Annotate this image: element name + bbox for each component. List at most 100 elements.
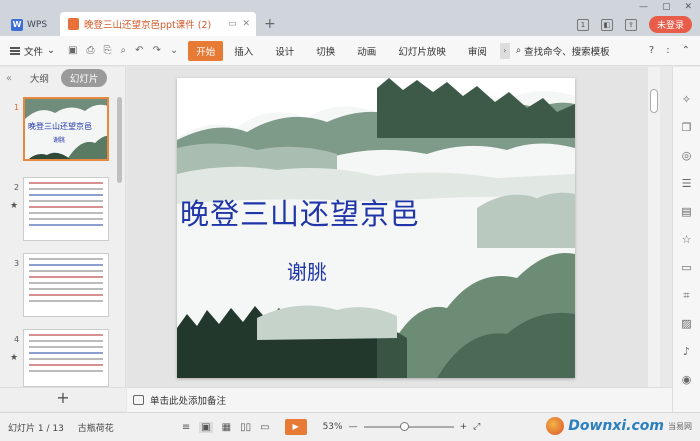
- tab-insert[interactable]: 插入: [223, 44, 264, 58]
- preview-icon[interactable]: ⌕: [120, 45, 126, 56]
- slide-counter: 幻灯片 1 / 13: [8, 423, 64, 434]
- save-icon[interactable]: ▣: [68, 45, 77, 56]
- document-tab[interactable]: 晚登三山还望京邑ppt课件 (2) ▭ ✕: [60, 12, 256, 36]
- zoom-slider-knob[interactable]: [400, 422, 410, 431]
- menu-scroll-right-icon[interactable]: ›: [499, 42, 510, 59]
- zoom-level[interactable]: 53%: [323, 422, 343, 432]
- wps-home-tab[interactable]: W WPS: [5, 14, 55, 36]
- qa-more-icon[interactable]: ⌄: [170, 45, 178, 56]
- menu-right-tools: ? : ⌃: [649, 45, 700, 56]
- quick-access-toolbar: ▣ ⎙ ⎘ ⌕ ↶ ↷ ⌄: [60, 45, 186, 56]
- command-search[interactable]: ⌕ 查找命令、搜索模板: [516, 44, 610, 58]
- tab-close-icon[interactable]: ✕: [242, 19, 250, 29]
- login-button[interactable]: 未登录: [648, 16, 692, 33]
- tab-review[interactable]: 审阅: [457, 44, 498, 58]
- maximize-icon[interactable]: ▢: [662, 2, 671, 12]
- thumbnail-number: 3: [14, 259, 20, 268]
- skin-icon[interactable]: ◧: [600, 18, 613, 31]
- thumbnail-number: 2: [14, 183, 20, 192]
- collapse-panel-icon[interactable]: «: [6, 73, 12, 84]
- slide-thumbnail-2[interactable]: 2 ★: [0, 177, 118, 247]
- slide-thumbnail-3[interactable]: 3: [0, 253, 118, 323]
- copy-format-icon[interactable]: ❐: [680, 121, 693, 134]
- file-menu-button[interactable]: 文件 ⌄: [0, 44, 60, 58]
- tab-slideshow[interactable]: 幻灯片放映: [387, 44, 457, 58]
- thumbnail-image: [23, 329, 109, 387]
- presenter-view-icon[interactable]: ▭: [260, 422, 269, 433]
- share-icon[interactable]: ⇪: [624, 18, 637, 31]
- tab-animation[interactable]: 动画: [346, 44, 387, 58]
- outline-view-icon[interactable]: ≡: [182, 422, 190, 433]
- template-icon[interactable]: ▭: [680, 261, 693, 274]
- settings-sliders-icon[interactable]: ☰: [680, 177, 693, 190]
- minimize-icon[interactable]: —: [639, 2, 648, 12]
- menu-tabs: 插入 设计 切换 动画 幻灯片放映 审阅: [223, 44, 498, 58]
- tab-transition[interactable]: 切换: [305, 44, 346, 58]
- chevron-down-icon: ⌄: [47, 45, 55, 56]
- record-icon[interactable]: ◉: [680, 373, 693, 386]
- print-icon[interactable]: ⎘: [103, 45, 111, 56]
- redo-icon[interactable]: ↷: [152, 45, 160, 56]
- thumbnail-image: [23, 177, 109, 241]
- crop-icon[interactable]: ⌗: [680, 289, 693, 302]
- window-controls: — ▢ ✕: [639, 2, 692, 12]
- export-icon[interactable]: ⎙: [86, 45, 94, 56]
- tab-start[interactable]: 开始: [188, 40, 224, 61]
- thumbnail-number: 4: [14, 335, 20, 344]
- undo-icon[interactable]: ↶: [135, 45, 143, 56]
- menu-bar: 文件 ⌄ ▣ ⎙ ⎘ ⌕ ↶ ↷ ⌄ 开始 插入 设计 切换 动画 幻灯片放映 …: [0, 36, 700, 66]
- canvas-scrollbar-thumb[interactable]: [650, 89, 658, 113]
- zoom-in-icon[interactable]: +: [460, 422, 468, 432]
- slide-panel: « 大纲 幻灯片 1 晚登三山还望京邑 谢朓 2 ★ 3 4 ★: [0, 67, 126, 387]
- tab-design[interactable]: 设计: [264, 44, 305, 58]
- close-window-icon[interactable]: ✕: [684, 2, 692, 12]
- slide-author[interactable]: 谢朓: [287, 256, 327, 285]
- normal-view-icon[interactable]: ▣: [199, 421, 213, 433]
- thumbnail-number: 1: [14, 103, 20, 112]
- slide-canvas: 晚登三山还望京邑 谢朓: [127, 67, 660, 387]
- tab-outline[interactable]: 大纲: [22, 69, 57, 87]
- help-icon[interactable]: ?: [649, 45, 654, 56]
- reading-view-icon[interactable]: ▯▯: [240, 422, 251, 433]
- watermark-sub: 当易网: [668, 421, 692, 431]
- backup-icon[interactable]: ▤: [680, 205, 693, 218]
- watermark-text: Downxi.com: [568, 418, 664, 434]
- thumbnail-title: 晚登三山还望京邑: [28, 122, 92, 131]
- play-slideshow-button[interactable]: ▶: [284, 419, 307, 435]
- star-icon[interactable]: ☆: [680, 233, 693, 246]
- image-icon[interactable]: ▨: [680, 317, 693, 330]
- hamburger-icon: [10, 46, 20, 55]
- add-slide-button[interactable]: +: [0, 387, 126, 411]
- fit-window-icon[interactable]: ⤢: [473, 422, 480, 432]
- sorter-view-icon[interactable]: ▦: [222, 422, 231, 433]
- document-tab-title: 晚登三山还望京邑ppt课件 (2): [84, 20, 212, 31]
- notes-bar[interactable]: 单击此处添加备注: [127, 387, 672, 412]
- tab-slides[interactable]: 幻灯片: [60, 69, 108, 87]
- magic-icon[interactable]: ✧: [680, 93, 693, 106]
- theme-name[interactable]: 古瓶荷花: [78, 421, 114, 434]
- thumbnail-image: [23, 253, 109, 317]
- collapse-ribbon-icon[interactable]: ⌃: [682, 45, 690, 56]
- page-badge-icon[interactable]: 1: [576, 18, 589, 31]
- zoom-control: 53% — + ⤢: [323, 422, 480, 432]
- shapes-icon[interactable]: ◎: [680, 149, 693, 162]
- title-right-tools: 1 ◧ ⇪ 未登录: [576, 16, 692, 33]
- panel-scrollbar[interactable]: [117, 97, 122, 183]
- watermark-logo-icon: [546, 417, 565, 435]
- search-icon: ⌕: [515, 45, 522, 56]
- wps-logo-icon: W: [11, 19, 23, 31]
- file-menu-label: 文件: [24, 46, 44, 58]
- slide-thumbnail-1[interactable]: 1 晚登三山还望京邑 谢朓: [0, 97, 118, 167]
- zoom-out-icon[interactable]: —: [349, 422, 358, 432]
- slide-title[interactable]: 晚登三山还望京邑: [180, 191, 420, 233]
- thumbnail-image: 晚登三山还望京邑 谢朓: [23, 97, 109, 161]
- tab-pin-icon[interactable]: ▭: [228, 19, 237, 29]
- view-switcher: ≡ ▣ ▦ ▯▯ ▭ ▶: [182, 419, 307, 435]
- wps-tab-label: WPS: [27, 20, 48, 30]
- current-slide[interactable]: 晚登三山还望京邑 谢朓: [177, 78, 575, 378]
- audio-icon[interactable]: ♪: [680, 345, 693, 358]
- new-tab-button[interactable]: +: [264, 16, 276, 32]
- canvas-scrollbar[interactable]: [648, 67, 660, 387]
- zoom-slider[interactable]: [363, 422, 454, 431]
- more-options-icon[interactable]: :: [666, 45, 669, 56]
